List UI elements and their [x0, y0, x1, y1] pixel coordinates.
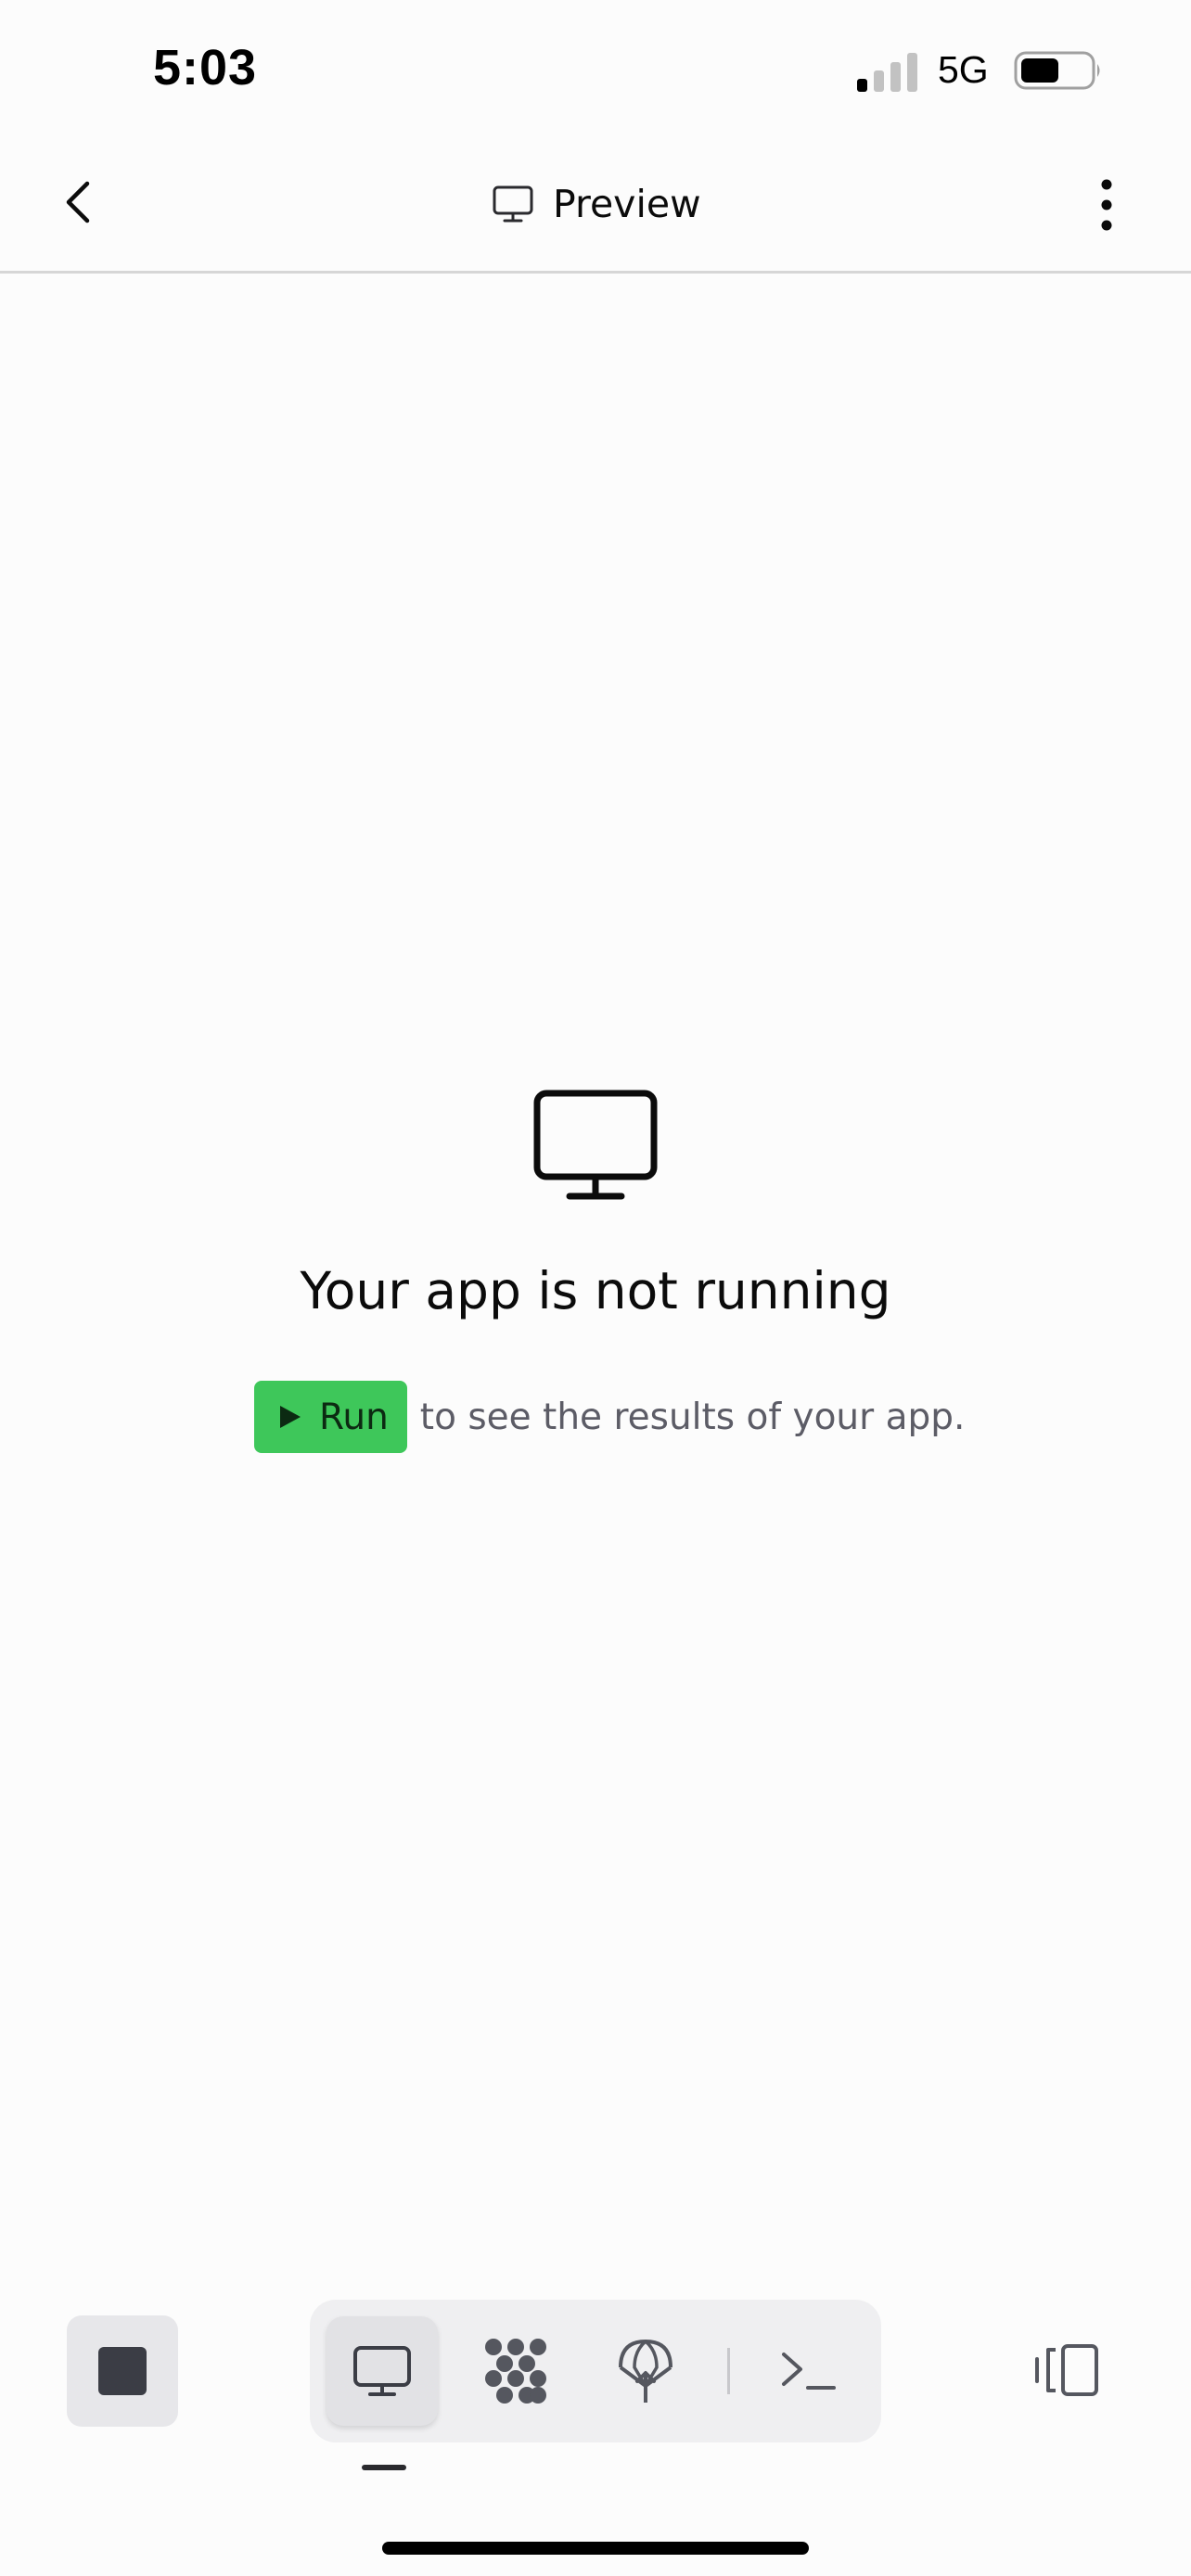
run-button[interactable]: Run	[254, 1381, 407, 1453]
signal-strength-icon	[857, 53, 917, 92]
back-button[interactable]	[48, 172, 108, 232]
dots-cluster-icon	[485, 2339, 546, 2404]
tab-packages[interactable]	[460, 2316, 571, 2426]
more-vertical-icon	[1101, 179, 1112, 231]
monitor-icon	[533, 1090, 658, 1200]
home-indicator	[382, 2542, 809, 2555]
status-time: 5:03	[153, 40, 258, 96]
page-title: Preview	[492, 176, 701, 232]
layout-panels-icon	[1035, 2344, 1098, 2396]
empty-state-message: Run to see the results of your app.	[254, 1381, 965, 1453]
terminal-icon	[782, 2353, 836, 2390]
top-navigation-bar: Preview	[0, 139, 1191, 274]
run-button-label: Run	[319, 1396, 389, 1438]
play-icon	[280, 1406, 301, 1428]
tool-switcher	[310, 2300, 881, 2442]
network-type: 5G	[938, 48, 989, 91]
chevron-left-icon	[66, 181, 90, 223]
monitor-icon	[353, 2346, 411, 2396]
parachute-upload-icon	[619, 2339, 672, 2403]
battery-icon	[1014, 51, 1100, 90]
more-options-button[interactable]	[1087, 172, 1126, 237]
active-tab-indicator	[362, 2465, 406, 2470]
stop-icon	[98, 2347, 147, 2395]
empty-state-hint: to see the results of your app.	[419, 1396, 966, 1438]
tab-preview[interactable]	[327, 2316, 438, 2426]
toolbar-divider	[727, 2348, 730, 2394]
monitor-icon	[493, 185, 533, 223]
layout-toggle-button[interactable]	[1030, 2337, 1104, 2404]
tab-deploy[interactable]	[590, 2316, 701, 2426]
stop-button[interactable]	[67, 2315, 178, 2427]
tab-shell[interactable]	[753, 2316, 864, 2426]
empty-state-title: Your app is not running	[300, 1261, 891, 1320]
page-title-label: Preview	[553, 182, 701, 226]
